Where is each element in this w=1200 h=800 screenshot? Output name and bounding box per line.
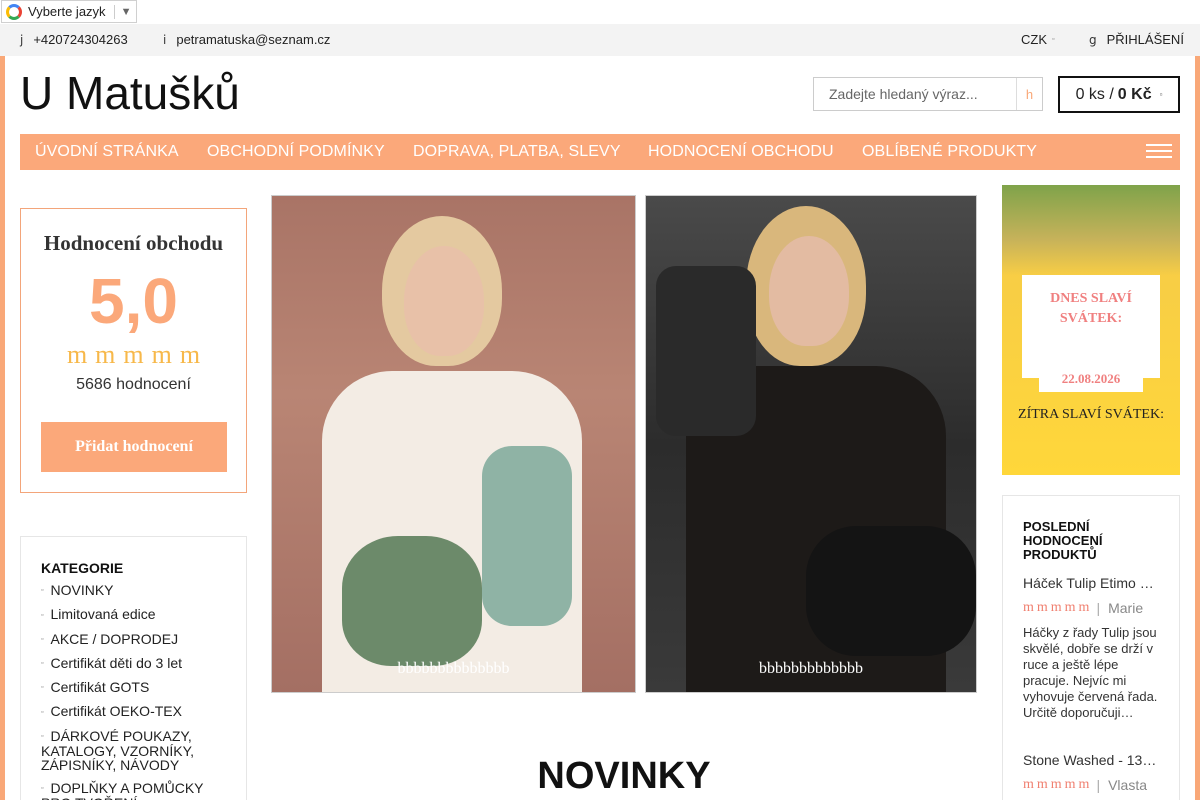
nav-item-home[interactable]: ÚVODNÍ STRÁNKA (35, 143, 179, 161)
review-item[interactable]: Háček Tulip Etimo Red mmmmm | Marie Háčk… (1023, 575, 1163, 721)
green-bag-shape (342, 536, 482, 666)
phone-contact[interactable]: j +420724304263 (20, 32, 128, 47)
review-item[interactable]: Stone Washed - 13… mmmmm | Vlasta (1023, 752, 1163, 793)
carousel-dots[interactable]: bbbbbbbbbbbbbb (272, 660, 635, 678)
category-item[interactable]: ▫ Certifikát OEKO-TEX (41, 704, 231, 719)
chevron-down-icon: ▼ (120, 5, 132, 18)
search-box: h (813, 77, 1043, 111)
category-item[interactable]: ▫ Certifikát GOTS (41, 680, 231, 695)
rating-score: 5,0 (89, 265, 178, 337)
category-label: DOPLŇKY A POMŮCKY PRO TVOŘENÍ (41, 780, 204, 800)
category-label: NOVINKY (50, 582, 114, 598)
nav-item-shop-rating[interactable]: HODNOCENÍ OBCHODU (648, 143, 834, 161)
cart-count: 0 ks / (1075, 85, 1114, 103)
review-text: Háčky z řady Tulip jsou skvělé, dobře se… (1023, 625, 1158, 720)
reviews-title: POSLEDNÍ HODNOCENÍ PRODUKTŮ (1023, 519, 1103, 562)
category-label: DÁRKOVÉ POUKAZY, KATALOGY, VZORNÍKY, ZÁP… (41, 727, 195, 774)
cart-price: 0 Kč (1117, 85, 1152, 103)
model-face-shape (769, 236, 849, 346)
google-logo-icon (6, 3, 22, 20)
shop-rating-box: Hodnocení obchodu 5,0 mmmmm 5686 hodnoce… (20, 208, 247, 493)
bullet-icon: ▫ (41, 660, 44, 668)
category-label: Certifikát děti do 3 let (50, 654, 182, 671)
tulips-image (1002, 185, 1180, 275)
review-author: Vlasta (1108, 777, 1148, 793)
model-face-shape (404, 246, 484, 356)
latest-reviews-box: POSLEDNÍ HODNOCENÍ PRODUKTŮ Háček Tulip … (1002, 495, 1180, 800)
categories-box: KATEGORIE ▫ NOVINKY ▫ Limitovaná edice ▫ AK… (20, 536, 247, 800)
bullet-icon: ▫ (41, 635, 44, 643)
cart-button[interactable]: 0 ks / 0 Kč ▫ (1058, 76, 1180, 113)
category-item[interactable]: ▫ AKCE / DOPRODEJ (41, 632, 231, 647)
dropdown-icon: ▫ (1052, 36, 1055, 43)
name-day-box: DNES SLAVÍ SVÁTEK: 22.08.2026 ZÍTRA SLAV… (1002, 185, 1180, 475)
divider: | (1096, 777, 1101, 793)
review-stars-icon: mmmmm (1023, 777, 1093, 792)
bullet-icon: ▫ (41, 785, 44, 793)
bullet-icon: ▫ (41, 684, 44, 692)
rating-count[interactable]: 5686 hodnocení (21, 376, 246, 394)
review-product-name[interactable]: Háček Tulip Etimo Red (1023, 575, 1163, 591)
search-input[interactable] (814, 78, 1016, 110)
phone-icon: j (20, 32, 24, 47)
currency-select[interactable]: CZK ▫ (1021, 32, 1054, 47)
category-item[interactable]: ▫ Certifikát děti do 3 let (41, 656, 231, 671)
category-label: Certifikát GOTS (50, 679, 150, 696)
category-item[interactable]: ▫ NOVINKY (41, 583, 231, 598)
tomorrow-name-day-label: ZÍTRA SLAVÍ SVÁTEK: (1018, 407, 1164, 422)
cart-icon: ▫ (1159, 90, 1163, 99)
black-bag-shape (806, 526, 976, 656)
main-nav: ÚVODNÍ STRÁNKA OBCHODNÍ PODMÍNKY DOPRAVA… (20, 134, 1180, 170)
review-author: Marie (1108, 600, 1144, 616)
nav-item-terms[interactable]: OBCHODNÍ PODMÍNKY (207, 143, 385, 161)
site-logo[interactable]: U Matušků (20, 66, 240, 120)
review-product-name[interactable]: Stone Washed - 13… (1023, 752, 1163, 768)
category-label: Limitovaná edice (50, 606, 156, 623)
email-address: petramatuska@seznam.cz (176, 32, 331, 47)
name-day-date: 22.08.2026 (1039, 366, 1143, 392)
promo-banner-black-bag[interactable]: bbbbbbbbbbbbb (645, 195, 977, 693)
phone-number: +420724304263 (33, 32, 128, 47)
category-item[interactable]: ▫ DÁRKOVÉ POUKAZY, KATALOGY, VZORNÍKY, ZÁ… (41, 729, 231, 772)
nav-item-favorites[interactable]: OBLÍBENÉ PRODUKTY (862, 143, 1037, 161)
add-rating-button[interactable]: Přidat hodnocení (41, 422, 227, 472)
category-item[interactable]: ▫DOPLŇKY A POMŮCKY PRO TVOŘENÍ (41, 781, 231, 800)
category-item[interactable]: ▫ Limitovaná edice (41, 607, 231, 622)
divider (113, 4, 115, 19)
language-select[interactable]: Vyberte jazyk ▼ (1, 0, 137, 23)
user-icon: g (1089, 32, 1097, 47)
name-day-card: DNES SLAVÍ SVÁTEK: (1022, 275, 1160, 378)
today-name-day-label: DNES SLAVÍ SVÁTEK: (1050, 291, 1132, 326)
currency-label: CZK (1021, 32, 1047, 47)
category-list: ▫ NOVINKY ▫ Limitovaná edice ▫ AKCE / DOPRO… (41, 583, 231, 800)
yarn-pack-shape (656, 266, 756, 436)
yarn-pack-shape (482, 446, 572, 626)
review-stars-icon: mmmmm (1023, 600, 1093, 615)
page-frame-right (1195, 56, 1200, 800)
rating-stars-icon: mmmmm (66, 340, 209, 369)
category-label: AKCE / DOPRODEJ (50, 630, 179, 647)
bullet-icon: ▫ (41, 708, 44, 716)
search-icon[interactable]: h (1016, 78, 1042, 110)
menu-hamburger-icon[interactable] (1146, 144, 1172, 160)
translate-bar: Vyberte jazyk ▼ (0, 0, 1200, 24)
rating-title: Hodnocení obchodu (43, 231, 224, 255)
language-select-label: Vyberte jazyk (28, 4, 106, 19)
carousel-dots[interactable]: bbbbbbbbbbbbb (646, 660, 976, 678)
divider: | (1096, 600, 1101, 616)
login-link[interactable]: g PŘIHLÁŠENÍ (1089, 32, 1184, 47)
section-heading-novinky: NOVINKY (537, 755, 711, 797)
page-frame-left (0, 56, 5, 800)
nav-item-shipping[interactable]: DOPRAVA, PLATBA, SLEVY (413, 143, 621, 161)
bullet-icon: ▫ (41, 733, 44, 741)
promo-banner-green-bag[interactable]: bbbbbbbbbbbbbb (271, 195, 636, 693)
email-icon: i (163, 32, 167, 47)
categories-title: KATEGORIE (41, 560, 124, 576)
category-label: Certifikát OEKO-TEX (50, 703, 182, 720)
bullet-icon: ▫ (41, 587, 44, 595)
login-label: PŘIHLÁŠENÍ (1106, 32, 1184, 47)
top-info-bar: j +420724304263 i petramatuska@seznam.cz… (0, 24, 1200, 56)
bullet-icon: ▫ (41, 611, 44, 619)
email-contact[interactable]: i petramatuska@seznam.cz (163, 32, 330, 47)
